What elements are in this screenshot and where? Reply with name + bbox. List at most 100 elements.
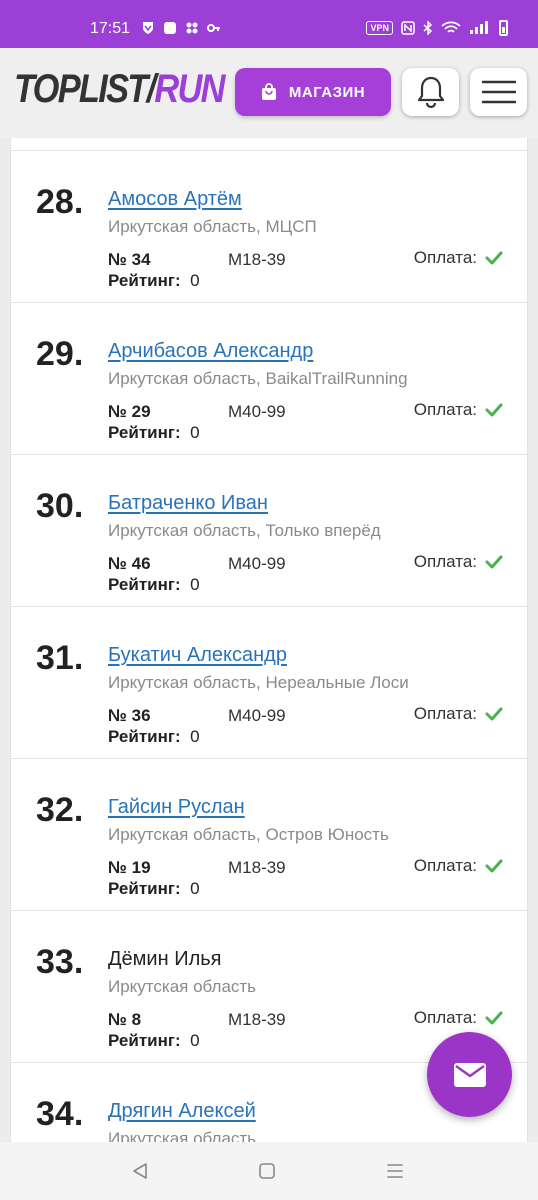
rating-label: Рейтинг:: [108, 879, 181, 898]
rating-value: 0: [190, 1031, 200, 1050]
system-nav-bar: [0, 1142, 538, 1200]
payment-label: Оплата:: [413, 248, 477, 267]
rank-number: 32.: [36, 791, 84, 829]
age-category: М18-39: [228, 1010, 286, 1029]
check-icon: [485, 555, 503, 569]
rating-label: Рейтинг:: [108, 271, 181, 290]
logo-text-run: RUN: [154, 67, 225, 111]
check-icon: [485, 859, 503, 873]
participant-name-link[interactable]: Гайсин Руслан: [108, 796, 245, 819]
bell-icon: [417, 76, 444, 109]
check-icon: [485, 707, 503, 721]
check-icon: [485, 1011, 503, 1025]
age-category: М40-99: [228, 554, 286, 573]
bib-number: № 34: [108, 250, 151, 269]
age-category: М18-39: [228, 858, 286, 877]
payment-status: Оплата:: [414, 400, 503, 420]
results-list: 28. Амосов Артём Иркутская область, МЦСП…: [10, 138, 528, 1142]
list-item: 29. Арчибасов Александр Иркутская област…: [11, 303, 527, 455]
bluetooth-icon: [423, 21, 433, 35]
rating-label: Рейтинг:: [108, 423, 181, 442]
shop-button-label: МАГАЗИН: [288, 83, 366, 101]
list-item: 28. Амосов Артём Иркутская область, МЦСП…: [11, 151, 527, 303]
payment-label: Оплата:: [413, 704, 477, 723]
menu-button[interactable]: [470, 68, 527, 116]
bib-number: № 8: [108, 1010, 142, 1029]
participant-region: Иркутская область: [108, 977, 257, 996]
participant-name-link[interactable]: Батраченко Иван: [108, 492, 268, 515]
age-category: М40-99: [228, 706, 286, 725]
rating-label: Рейтинг:: [108, 1031, 181, 1050]
list-item: 32. Гайсин Руслан Иркутская область, Ост…: [11, 759, 527, 911]
payment-label: Оплата:: [413, 400, 477, 419]
participant-name-link[interactable]: Амосов Артём: [108, 188, 242, 211]
bib-number: № 46: [108, 554, 151, 573]
payment-label: Оплата:: [413, 552, 477, 571]
rating: Рейтинг: 0: [108, 727, 200, 747]
message-fab-button[interactable]: [427, 1032, 512, 1117]
wifi-icon: [441, 21, 461, 33]
rank-number: 28.: [36, 183, 84, 221]
rank-number: 33.: [36, 943, 84, 981]
back-triangle-icon[interactable]: [131, 1162, 149, 1180]
logo-text-toplist: TOPLIST/: [14, 67, 156, 111]
home-square-icon[interactable]: [259, 1163, 275, 1179]
recent-apps-icon[interactable]: [386, 1162, 404, 1180]
key-icon: [207, 24, 220, 32]
nfc-icon: [401, 21, 415, 35]
rating-value: 0: [190, 575, 200, 594]
status-time: 17:51: [90, 20, 131, 37]
participant-name-link[interactable]: Дрягин Алексей: [108, 1100, 256, 1123]
payment-status: Оплата:: [414, 704, 503, 724]
bib-number: № 36: [108, 706, 151, 725]
mail-icon: [453, 1062, 486, 1087]
rank-number: 34.: [36, 1095, 84, 1133]
signal-icon: [470, 21, 488, 34]
logo[interactable]: TOPLIST/RUN: [14, 67, 226, 112]
check-icon: [485, 251, 503, 265]
rating-value: 0: [190, 271, 200, 290]
shop-button[interactable]: МАГАЗИН: [235, 68, 391, 116]
rank-number: 29.: [36, 335, 84, 373]
hamburger-menu-icon: [481, 80, 516, 104]
rating: Рейтинг: 0: [108, 575, 200, 595]
rating-label: Рейтинг:: [108, 575, 181, 594]
rating: Рейтинг: 0: [108, 423, 200, 443]
check-icon: [485, 403, 503, 417]
list-item: 30. Батраченко Иван Иркутская область, Т…: [11, 455, 527, 607]
participant-region: Иркутская область: [108, 1129, 257, 1142]
participant-name-link[interactable]: Арчибасов Александр: [108, 340, 313, 363]
vpn-badge: VPN: [366, 21, 393, 35]
payment-label: Оплата:: [413, 1008, 477, 1027]
participant-region: Иркутская область, Остров Юность: [108, 825, 389, 844]
rating: Рейтинг: 0: [108, 271, 200, 291]
age-category: М18-39: [228, 250, 286, 269]
age-category: М40-99: [228, 402, 286, 421]
rating-value: 0: [190, 423, 200, 442]
participant-region: Иркутская область, BaikalTrailRunning: [108, 369, 408, 388]
payment-status: Оплата:: [414, 552, 503, 572]
shield-icon: [143, 22, 153, 34]
participant-name-link[interactable]: Букатич Александр: [108, 644, 287, 667]
payment-status: Оплата:: [414, 856, 503, 876]
payment-status: Оплата:: [414, 248, 503, 268]
list-item: 31. Букатич Александр Иркутская область,…: [11, 607, 527, 759]
participant-region: Иркутская область, Нереальные Лоси: [108, 673, 409, 692]
status-right-icons: VPN: [366, 20, 508, 36]
bib-number: № 19: [108, 858, 151, 877]
participant-name: Дёмин Илья: [108, 948, 222, 970]
rank-number: 30.: [36, 487, 84, 525]
rating: Рейтинг: 0: [108, 1031, 200, 1051]
grid-dots-icon: [186, 22, 198, 34]
shopping-bag-icon: [261, 83, 276, 100]
participant-region: Иркутская область, МЦСП: [108, 217, 317, 236]
status-bar: 17:51 VPN: [0, 0, 538, 48]
rating-label: Рейтинг:: [108, 727, 181, 746]
status-notification-icons: [141, 21, 221, 35]
notifications-button[interactable]: [402, 68, 459, 116]
rank-number: 31.: [36, 639, 84, 677]
payment-status: Оплата:: [414, 1008, 503, 1028]
participant-region: Иркутская область, Только вперёд: [108, 521, 381, 540]
battery-icon: [499, 20, 508, 36]
app-square-icon: [164, 22, 176, 34]
